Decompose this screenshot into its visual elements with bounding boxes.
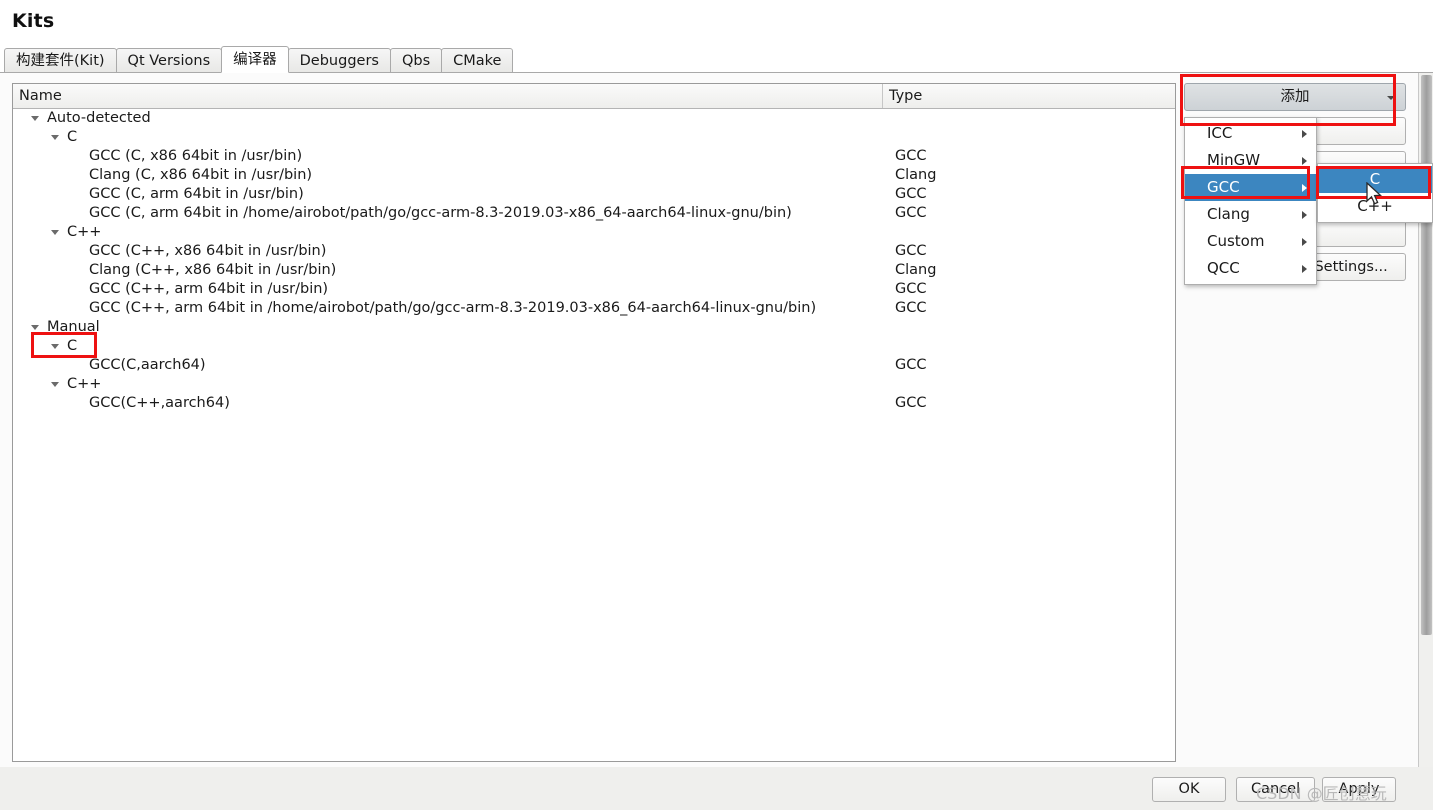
- menu-item-custom[interactable]: Custom: [1185, 228, 1316, 255]
- tree-row-name: GCC (C, arm 64bit in /home/airobot/path/…: [89, 205, 792, 221]
- menu-item-label: QCC: [1207, 259, 1240, 277]
- tree-row-name: Clang (C, x86 64bit in /usr/bin): [89, 167, 313, 183]
- tree-row[interactable]: GCC(C++,aarch64) GCC: [13, 394, 1175, 413]
- tree-row-name: C: [67, 129, 78, 145]
- scrollbar-thumb[interactable]: [1421, 75, 1432, 635]
- tree-row-type: GCC: [895, 395, 927, 411]
- tab-cmake[interactable]: CMake: [441, 48, 514, 73]
- tab-kits[interactable]: 构建套件(Kit): [4, 48, 117, 73]
- chevron-right-icon: [1302, 238, 1307, 246]
- menu-item-label: Custom: [1207, 232, 1265, 250]
- menu-item-clang[interactable]: Clang: [1185, 201, 1316, 228]
- tree-row[interactable]: C++: [13, 375, 1175, 394]
- tree-row-name: C++: [67, 224, 102, 240]
- tree-row-name: C: [67, 338, 78, 354]
- tree-row-name: GCC(C++,aarch64): [89, 395, 230, 411]
- chevron-right-icon: [1302, 157, 1307, 165]
- expand-arrow-icon[interactable]: [51, 229, 60, 236]
- add-compiler-menu[interactable]: ICC MinGW GCC Clang Custom QCC: [1184, 117, 1317, 285]
- tree-body[interactable]: Auto-detected C GCC (C, x86 64bit in /usr/…: [13, 109, 1175, 761]
- tree-row[interactable]: C++: [13, 223, 1175, 242]
- tab-bar: 构建套件(Kit) Qt Versions 编译器 Debuggers Qbs …: [0, 46, 1433, 73]
- tree-row-type: GCC: [895, 148, 927, 164]
- column-header-type[interactable]: Type: [883, 84, 1175, 108]
- tree-row-type: GCC: [895, 357, 927, 373]
- menu-item-gcc[interactable]: GCC: [1185, 174, 1316, 201]
- tree-row[interactable]: C: [13, 128, 1175, 147]
- tree-row-name: GCC (C, arm 64bit in /usr/bin): [89, 186, 304, 202]
- tree-row-name: Clang (C++, x86 64bit in /usr/bin): [89, 262, 337, 278]
- tab-qt-versions[interactable]: Qt Versions: [115, 48, 223, 73]
- chevron-down-icon: [1387, 96, 1395, 100]
- add-button-label: 添加: [1280, 89, 1310, 105]
- tree-row-type: GCC: [895, 243, 927, 259]
- menu-item-label: MinGW: [1207, 151, 1261, 169]
- tree-row-name: GCC (C++, x86 64bit in /usr/bin): [89, 243, 327, 259]
- tree-row-type: GCC: [895, 281, 927, 297]
- menu-item-label: ICC: [1207, 124, 1233, 142]
- chevron-right-icon: [1302, 184, 1307, 192]
- tree-row-name: GCC (C, x86 64bit in /usr/bin): [89, 148, 303, 164]
- cancel-button[interactable]: Cancel: [1236, 777, 1316, 802]
- tree-row[interactable]: GCC (C, x86 64bit in /usr/bin) GCC: [13, 147, 1175, 166]
- tab-strip: 构建套件(Kit) Qt Versions 编译器 Debuggers Qbs …: [4, 46, 514, 73]
- tab-debuggers[interactable]: Debuggers: [287, 48, 391, 73]
- page-title: Kits: [12, 10, 55, 32]
- chevron-right-icon: [1302, 265, 1307, 273]
- expand-arrow-icon[interactable]: [31, 324, 40, 331]
- tab-qbs[interactable]: Qbs: [389, 48, 443, 73]
- tree-row-type: GCC: [895, 205, 927, 221]
- tree-row[interactable]: Auto-detected: [13, 109, 1175, 128]
- tree-row[interactable]: GCC (C++, arm 64bit in /home/airobot/pat…: [13, 299, 1175, 318]
- tab-compilers[interactable]: 编译器: [221, 46, 289, 73]
- tree-header-row: Name Type: [13, 84, 1175, 109]
- tree-row[interactable]: GCC (C++, arm 64bit in /usr/bin) GCC: [13, 280, 1175, 299]
- menu-item-mingw[interactable]: MinGW: [1185, 147, 1316, 174]
- chevron-right-icon: [1302, 211, 1307, 219]
- dialog-button-bar: OK Cancel Apply: [0, 767, 1433, 810]
- expand-arrow-icon[interactable]: [51, 381, 60, 388]
- chevron-right-icon: [1302, 130, 1307, 138]
- tree-row-type: GCC: [895, 186, 927, 202]
- tree-row-type: Clang: [895, 262, 937, 278]
- menu-item-label: GCC: [1207, 178, 1240, 196]
- column-header-name[interactable]: Name: [13, 84, 883, 108]
- tree-row[interactable]: GCC (C, arm 64bit in /home/airobot/path/…: [13, 204, 1175, 223]
- tree-row-name: GCC (C++, arm 64bit in /usr/bin): [89, 281, 329, 297]
- tree-row[interactable]: GCC (C++, x86 64bit in /usr/bin) GCC: [13, 242, 1175, 261]
- gcc-submenu[interactable]: C C++: [1317, 163, 1433, 223]
- tree-row[interactable]: GCC (C, arm 64bit in /usr/bin) GCC: [13, 185, 1175, 204]
- expand-arrow-icon[interactable]: [31, 115, 40, 122]
- submenu-item-cpp[interactable]: C++: [1318, 193, 1432, 220]
- tree-row-name: C++: [67, 376, 102, 392]
- submenu-item-c[interactable]: C: [1318, 166, 1432, 193]
- apply-button[interactable]: Apply: [1322, 777, 1396, 802]
- compilers-tree[interactable]: Name Type Auto-detected C GCC (C, x86 64bi…: [12, 83, 1176, 762]
- tree-row[interactable]: C: [13, 337, 1175, 356]
- tree-row[interactable]: Clang (C, x86 64bit in /usr/bin) Clang: [13, 166, 1175, 185]
- expand-arrow-icon[interactable]: [51, 343, 60, 350]
- tree-row[interactable]: Manual: [13, 318, 1175, 337]
- ok-button[interactable]: OK: [1152, 777, 1226, 802]
- tree-row-name: Manual: [47, 319, 100, 335]
- tree-row-name: GCC(C,aarch64): [89, 357, 206, 373]
- menu-item-icc[interactable]: ICC: [1185, 120, 1316, 147]
- menu-item-label: Clang: [1207, 205, 1250, 223]
- tree-row[interactable]: Clang (C++, x86 64bit in /usr/bin) Clang: [13, 261, 1175, 280]
- expand-arrow-icon[interactable]: [51, 134, 60, 141]
- tree-row-name: GCC (C++, arm 64bit in /home/airobot/pat…: [89, 300, 817, 316]
- tree-row[interactable]: GCC(C,aarch64) GCC: [13, 356, 1175, 375]
- tree-row-type: Clang: [895, 167, 937, 183]
- add-button[interactable]: 添加: [1184, 83, 1406, 111]
- tree-row-type: GCC: [895, 300, 927, 316]
- tree-row-name: Auto-detected: [47, 110, 151, 126]
- menu-item-qcc[interactable]: QCC: [1185, 255, 1316, 282]
